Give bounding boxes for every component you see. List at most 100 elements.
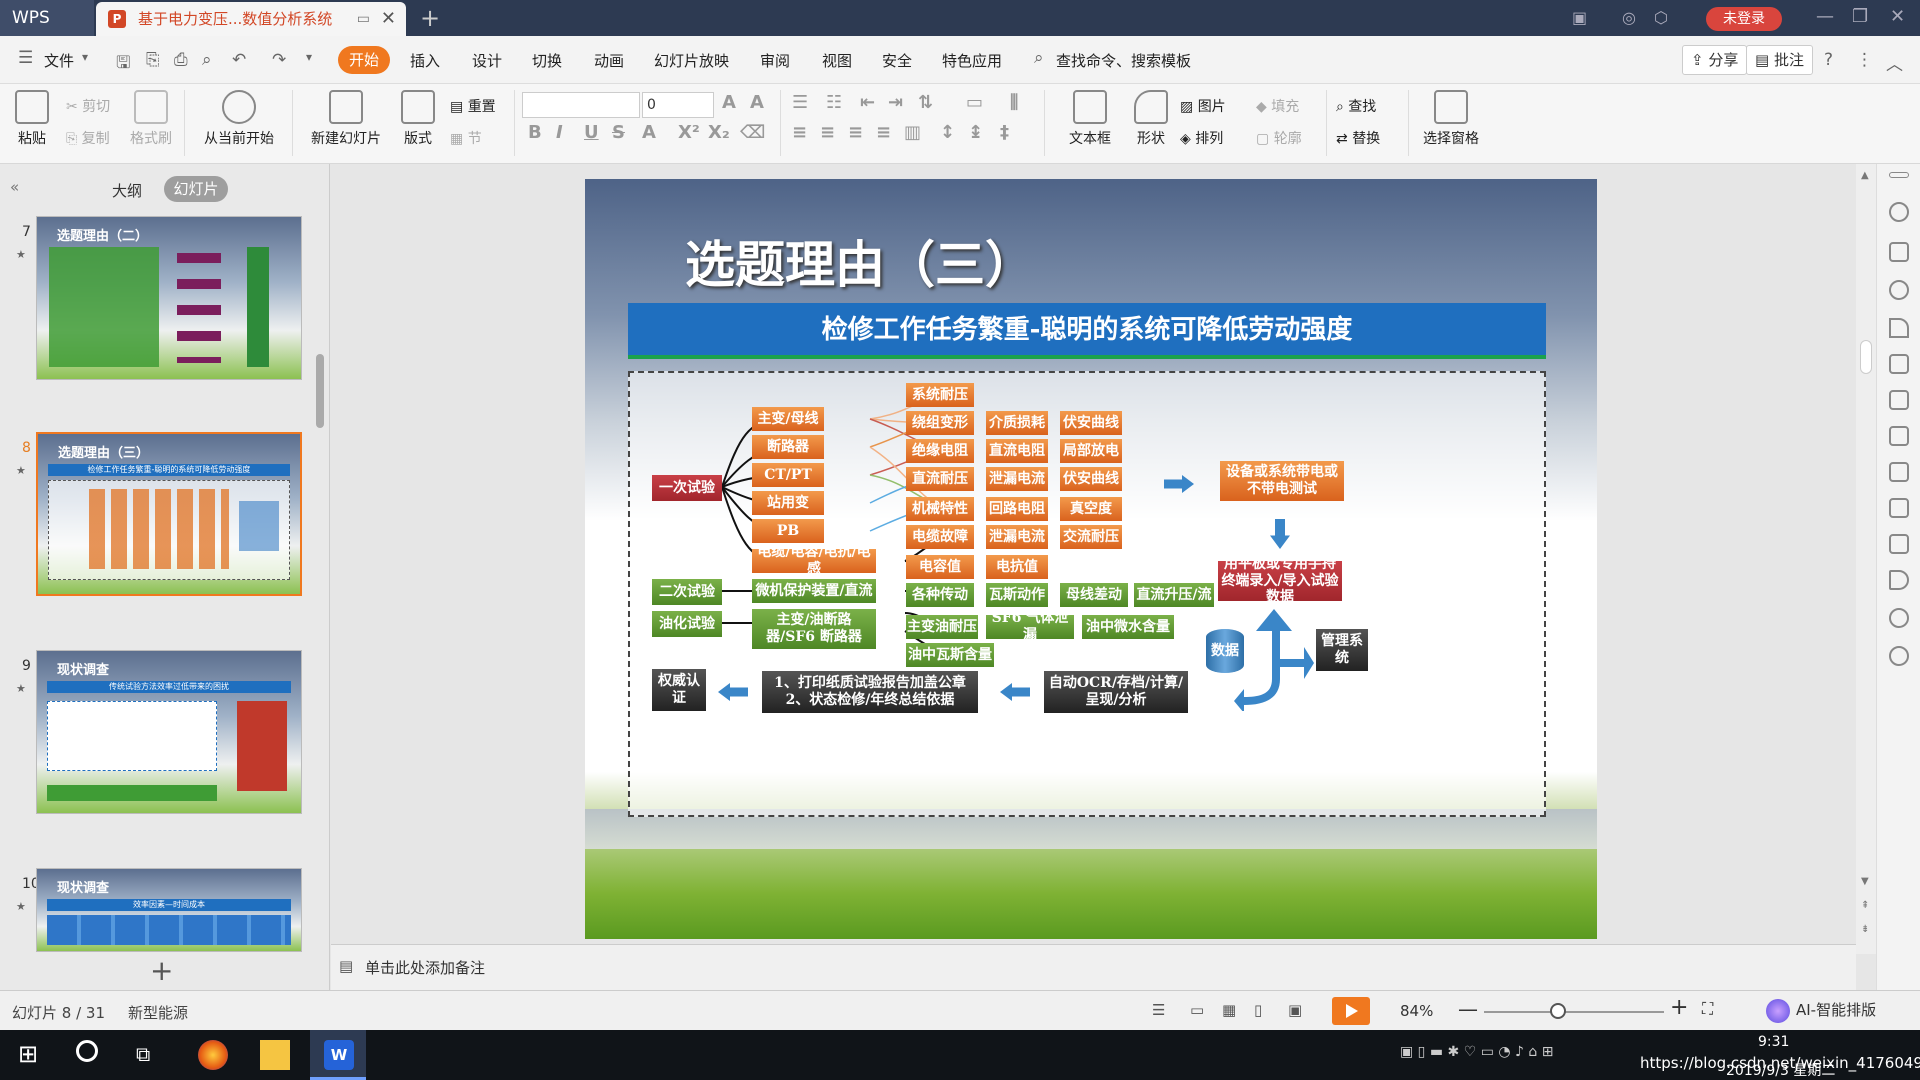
align-right-icon[interactable]: ≡ bbox=[848, 122, 863, 143]
command-search[interactable]: 查找命令、搜索模板 bbox=[1056, 50, 1191, 71]
zoom-slider-thumb[interactable] bbox=[1550, 1003, 1566, 1019]
equipment-box[interactable]: 站用变 bbox=[752, 491, 824, 515]
grid-icon[interactable] bbox=[1889, 354, 1909, 374]
outline-button[interactable]: ▢ 轮廓 bbox=[1256, 128, 1302, 148]
font-family-select[interactable] bbox=[522, 92, 640, 118]
selection-pane-button[interactable]: 选择窗格 bbox=[1418, 90, 1484, 148]
format-painter-button[interactable]: 格式刷 bbox=[128, 90, 174, 148]
tab-transition[interactable]: 切换 bbox=[532, 50, 562, 71]
test-box[interactable]: 真空度 bbox=[1060, 497, 1122, 521]
tab-special[interactable]: 特色应用 bbox=[942, 50, 1002, 71]
columns-icon[interactable]: ⫼ bbox=[1010, 92, 1018, 113]
equipment-box[interactable]: 断路器 bbox=[752, 435, 824, 459]
copy-button[interactable]: ⎘ 复制 bbox=[66, 128, 110, 148]
zoom-in-icon[interactable]: + bbox=[1670, 995, 1688, 1020]
decrease-indent-icon[interactable]: ⇤ bbox=[860, 92, 875, 113]
notes-placeholder[interactable]: 单击此处添加备注 bbox=[365, 957, 485, 978]
help-icon[interactable] bbox=[1889, 646, 1909, 666]
align-center-icon[interactable]: ≡ bbox=[820, 122, 835, 143]
new-tab-button[interactable]: + bbox=[420, 4, 440, 32]
test-box[interactable]: 介质损耗 bbox=[986, 411, 1048, 435]
reading-view-icon[interactable]: ▯ bbox=[1254, 1001, 1262, 1019]
star-effect-icon[interactable] bbox=[1889, 202, 1909, 222]
undo-icon[interactable]: ↶ bbox=[232, 50, 246, 70]
quick-access-chevron-icon[interactable]: ▾ bbox=[306, 50, 312, 64]
oil-test-item[interactable]: 主变油耐压 bbox=[906, 615, 978, 639]
align-text-icon[interactable]: ▭ bbox=[966, 92, 983, 113]
grow-font-icon[interactable]: A bbox=[722, 92, 736, 113]
scroll-thumb[interactable] bbox=[1860, 340, 1872, 374]
zoom-level[interactable]: 84% bbox=[1400, 1002, 1433, 1020]
clear-format-icon[interactable]: ⌫ bbox=[740, 122, 765, 143]
test-box[interactable]: 泄漏电流 bbox=[986, 525, 1048, 549]
drag-handle-icon[interactable] bbox=[1889, 172, 1909, 178]
test-box[interactable]: 绕组变形 bbox=[906, 411, 974, 435]
secondary-equipment-box[interactable]: 微机保护装置/直流 bbox=[752, 579, 876, 603]
arrange-button[interactable]: ◈ 排列 bbox=[1180, 128, 1223, 148]
secondary-test-item[interactable]: 母线差动 bbox=[1060, 583, 1128, 607]
from-current-button[interactable]: 从当前开始 bbox=[194, 90, 284, 148]
bold-icon[interactable]: B bbox=[528, 122, 542, 143]
numbering-icon[interactable]: ☷ bbox=[826, 92, 842, 113]
shrink-font-icon[interactable]: A bbox=[750, 92, 764, 113]
backup-icon[interactable] bbox=[1889, 426, 1909, 446]
layout-button[interactable]: 版式 bbox=[398, 90, 438, 148]
firefox-icon[interactable] bbox=[198, 1040, 228, 1070]
vertical-scrollbar[interactable]: ▲ ▼ ⇞ ⇟ bbox=[1856, 164, 1876, 954]
shape-style-icon[interactable] bbox=[1889, 280, 1909, 300]
oil-equipment-box[interactable]: 主变/油断路器/SF6 断路器 bbox=[752, 609, 876, 649]
document-tab[interactable]: P 基于电力变压...数值分析系统 ▭ ✕ bbox=[96, 2, 406, 36]
ocr-box[interactable]: 自动OCR/存档/计算/呈现/分析 bbox=[1044, 671, 1188, 713]
oil-test-box[interactable]: 油化试验 bbox=[652, 611, 722, 637]
chevron-down-icon[interactable]: ▾ bbox=[82, 50, 88, 64]
redo-icon[interactable]: ↷ bbox=[272, 50, 286, 70]
font-color-icon[interactable]: A bbox=[642, 122, 656, 143]
secondary-test-item[interactable]: 瓦斯动作 bbox=[986, 583, 1048, 607]
equipment-box[interactable]: CT/PT bbox=[752, 463, 824, 487]
share-icon[interactable] bbox=[1889, 462, 1909, 482]
reset-button[interactable]: ▤ 重置 bbox=[450, 96, 496, 116]
clock[interactable]: 9:31 bbox=[1758, 1034, 1789, 1050]
tab-design[interactable]: 设计 bbox=[472, 50, 502, 71]
notes-bar[interactable]: ▤ 单击此处添加备注 bbox=[331, 944, 1856, 990]
print-icon[interactable]: ⎙ bbox=[174, 50, 188, 70]
next-slide-icon[interactable]: ⇟ bbox=[1861, 924, 1869, 935]
ai-layout-button[interactable]: AI-智能排版 bbox=[1766, 999, 1876, 1023]
dock-icon[interactable]: ▭ bbox=[357, 2, 370, 36]
new-slide-button[interactable]: 新建幻灯片 bbox=[302, 90, 390, 148]
shape-button[interactable]: 形状 bbox=[1126, 90, 1176, 148]
test-box[interactable]: 电容值 bbox=[906, 555, 974, 579]
fill-button[interactable]: ◆ 填充 bbox=[1256, 96, 1299, 116]
minimize-icon[interactable]: — bbox=[1816, 6, 1834, 27]
superscript-icon[interactable]: X² bbox=[678, 122, 700, 143]
fit-window-icon[interactable]: ⛶ bbox=[1702, 999, 1713, 1019]
close-tab-icon[interactable]: ✕ bbox=[381, 2, 396, 36]
text-direction-icon[interactable]: ⇅ bbox=[918, 92, 933, 113]
help-icon[interactable]: ? bbox=[1824, 50, 1833, 70]
management-system-box[interactable]: 管理系统 bbox=[1316, 629, 1368, 671]
strikethrough-icon[interactable]: S bbox=[612, 122, 625, 143]
collapse-ribbon-icon[interactable]: ︿ bbox=[1886, 50, 1903, 75]
authority-box[interactable]: 权威认证 bbox=[652, 669, 706, 711]
collapse-panel-icon[interactable]: « bbox=[10, 178, 19, 196]
device-test-box[interactable]: 设备或系统带电或不带电测试 bbox=[1220, 461, 1344, 501]
find-button[interactable]: ⌕ 查找 bbox=[1336, 96, 1376, 116]
print-preview-icon[interactable]: ⌕ bbox=[202, 50, 212, 70]
record-icon[interactable]: ▣ bbox=[1288, 1001, 1302, 1019]
fill-icon[interactable] bbox=[1889, 318, 1909, 338]
italic-icon[interactable]: I bbox=[556, 122, 563, 143]
equipment-box[interactable]: 电缆/电容/电抗/电感 bbox=[752, 544, 876, 577]
equipment-box[interactable]: 主变/母线 bbox=[752, 407, 824, 431]
slide-thumbnail-10[interactable]: 现状调查 效率因素—时间成本 bbox=[36, 868, 302, 952]
tab-slideshow[interactable]: 幻灯片放映 bbox=[654, 50, 729, 71]
tab-insert[interactable]: 插入 bbox=[410, 50, 440, 71]
close-window-icon[interactable]: ✕ bbox=[1890, 6, 1905, 27]
replace-button[interactable]: ⇄ 替换 bbox=[1336, 128, 1380, 148]
textbox-button[interactable]: 文本框 bbox=[1060, 90, 1120, 148]
add-slide-button[interactable]: + bbox=[150, 954, 173, 987]
box-icon[interactable] bbox=[1889, 498, 1909, 518]
window-count-icon[interactable]: ▣ bbox=[1572, 8, 1587, 27]
tab-view[interactable]: 视图 bbox=[822, 50, 852, 71]
scroll-up-icon[interactable]: ▲ bbox=[1861, 170, 1869, 181]
shirt-icon[interactable]: ⬡ bbox=[1654, 8, 1668, 27]
